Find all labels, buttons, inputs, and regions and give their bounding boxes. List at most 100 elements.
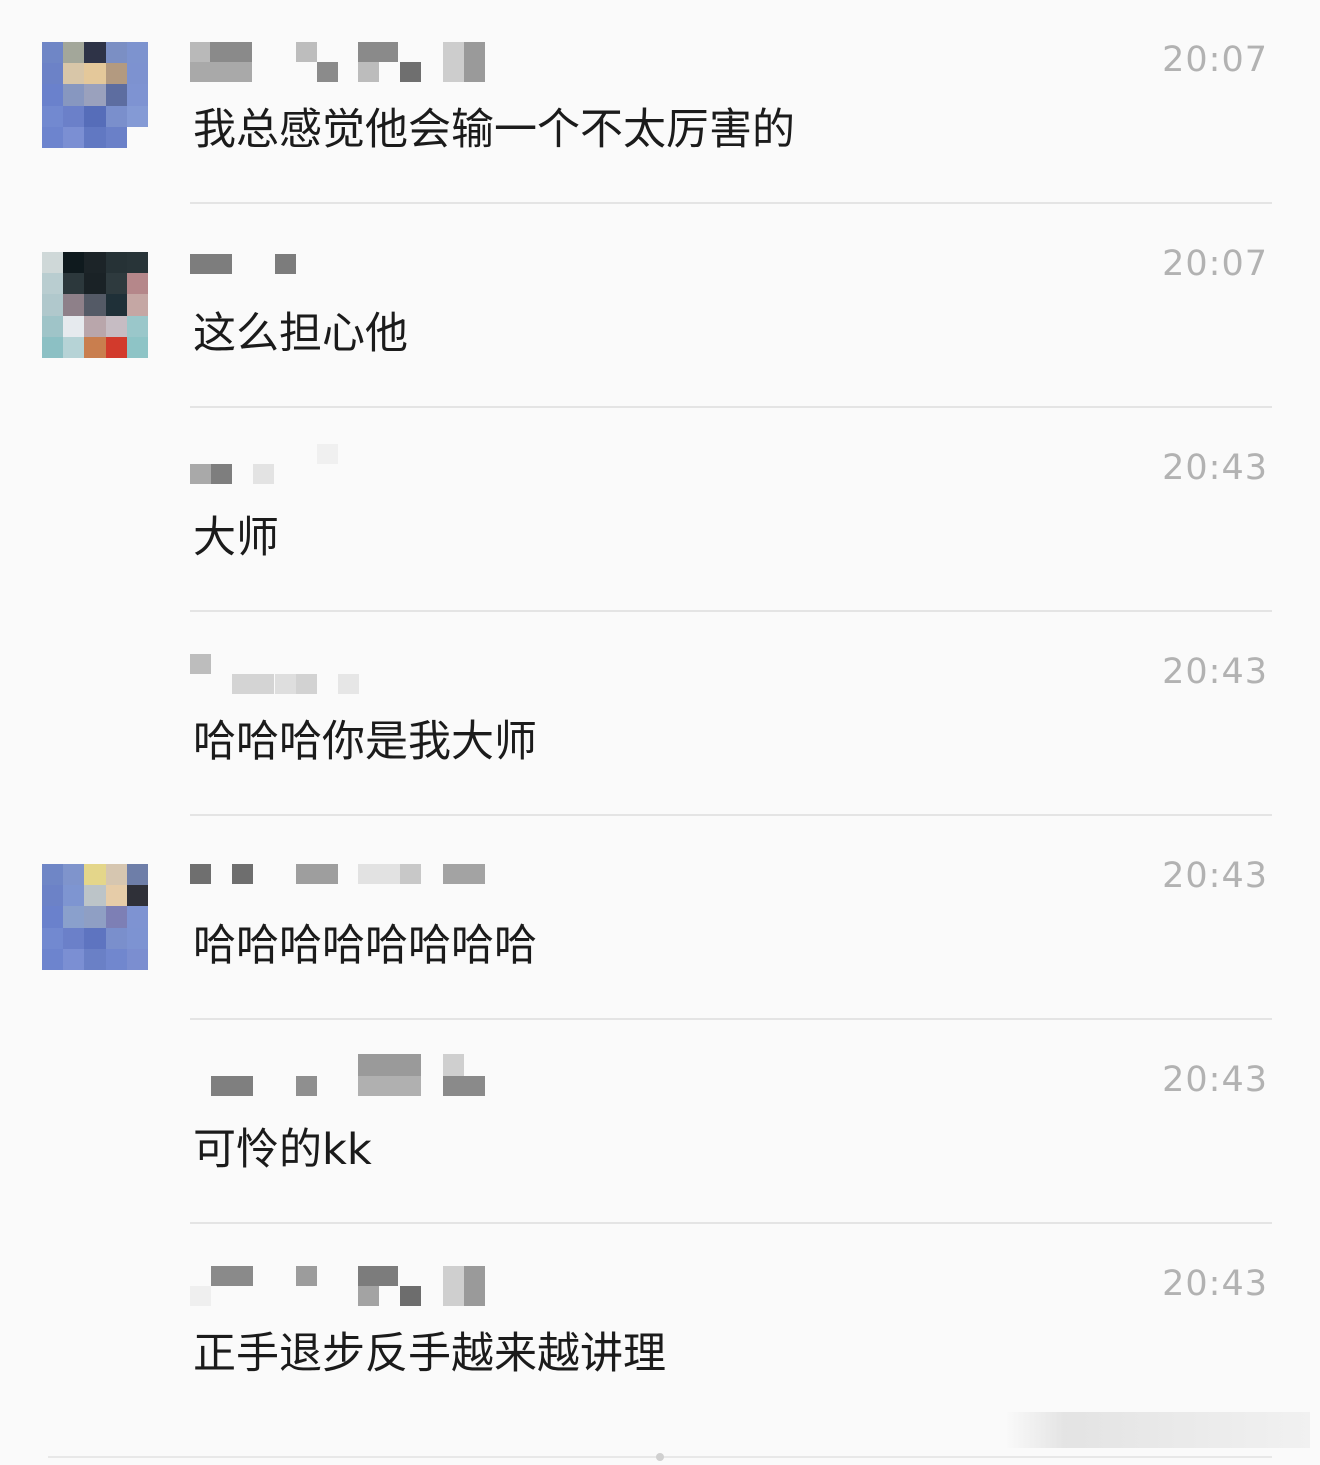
watermark-blur: [1005, 1412, 1310, 1448]
avatar-pixel: [84, 42, 106, 64]
avatar-pixel: [42, 63, 64, 85]
message-text[interactable]: 大师: [193, 508, 279, 568]
avatar-pixel: [84, 864, 106, 886]
avatar-pixel: [105, 273, 127, 295]
avatar-pixel: [126, 105, 148, 127]
message-text[interactable]: 哈哈哈你是我大师: [193, 712, 537, 772]
avatar-pixel: [105, 315, 127, 337]
chat-message-row[interactable]: 20:07 我总感觉他会输一个不太厉害的: [0, 0, 1320, 204]
message-timestamp: 20:07: [1162, 40, 1268, 80]
chat-message-row[interactable]: 20:43 哈哈哈你是我大师: [0, 612, 1320, 816]
chat-message-row[interactable]: 20:43 正手退步反手越来越讲理: [0, 1224, 1320, 1428]
message-timestamp: 20:43: [1162, 1060, 1268, 1100]
avatar-pixel: [84, 906, 106, 928]
avatar-pixel: [42, 252, 64, 274]
avatar[interactable]: [42, 42, 148, 148]
avatar-pixel: [42, 84, 64, 106]
avatar-pixel: [84, 294, 106, 316]
avatar-pixel: [126, 294, 148, 316]
message-timestamp: 20:43: [1162, 1264, 1268, 1304]
message-timestamp: 20:43: [1162, 448, 1268, 488]
chat-message-list: 20:07 我总感觉他会输一个不太厉害的 20:07 这么担心他 20:43 大…: [0, 0, 1320, 1465]
avatar-pixel: [84, 948, 106, 970]
avatar-pixel: [126, 252, 148, 274]
avatar-pixel: [42, 315, 64, 337]
avatar-pixel: [126, 948, 148, 970]
avatar-pixel: [63, 336, 85, 358]
avatar-pixel: [63, 252, 85, 274]
message-text[interactable]: 这么担心他: [193, 304, 408, 364]
sender-name-pixelated: [190, 444, 490, 506]
sender-name-pixelated: [190, 254, 490, 296]
avatar-pixel: [42, 273, 64, 295]
avatar-pixel: [105, 105, 127, 127]
avatar[interactable]: [42, 864, 148, 970]
avatar-pixel: [105, 885, 127, 907]
sender-name-pixelated: [190, 1266, 490, 1308]
avatar-pixel: [63, 84, 85, 106]
avatar-pixel: [105, 84, 127, 106]
avatar-pixel: [63, 906, 85, 928]
chat-message-row[interactable]: 20:43 哈哈哈哈哈哈哈哈: [0, 816, 1320, 1020]
avatar-pixel: [84, 336, 106, 358]
avatar-pixel: [63, 927, 85, 949]
avatar-pixel: [105, 906, 127, 928]
avatar-pixel: [63, 864, 85, 886]
avatar-pixel: [105, 927, 127, 949]
message-text[interactable]: 可怜的kk: [193, 1120, 372, 1180]
message-text[interactable]: 哈哈哈哈哈哈哈哈: [193, 916, 537, 976]
avatar-pixel: [84, 252, 106, 274]
avatar-pixel: [63, 105, 85, 127]
avatar-pixel: [42, 906, 64, 928]
message-timestamp: 20:07: [1162, 244, 1268, 284]
avatar-pixel: [63, 294, 85, 316]
avatar-pixel: [42, 42, 64, 64]
avatar-pixel: [42, 105, 64, 127]
avatar-pixel: [84, 126, 106, 148]
avatar-pixel: [84, 927, 106, 949]
message-timestamp: 20:43: [1162, 856, 1268, 896]
avatar-pixel: [42, 294, 64, 316]
message-text[interactable]: 我总感觉他会输一个不太厉害的: [193, 100, 795, 160]
avatar-pixel: [126, 906, 148, 928]
avatar-pixel: [105, 42, 127, 64]
sender-name-pixelated: [190, 654, 490, 696]
avatar-pixel: [63, 315, 85, 337]
avatar-pixel: [126, 63, 148, 85]
avatar-pixel: [126, 927, 148, 949]
avatar-pixel: [42, 864, 64, 886]
avatar-pixel: [126, 126, 148, 148]
avatar-pixel: [42, 885, 64, 907]
chat-message-row[interactable]: 20:43 大师: [0, 408, 1320, 612]
message-text[interactable]: 正手退步反手越来越讲理: [193, 1324, 666, 1384]
avatar-pixel: [42, 126, 64, 148]
avatar-pixel: [63, 63, 85, 85]
sender-name-pixelated: [190, 1054, 490, 1096]
avatar-pixel: [42, 336, 64, 358]
avatar-pixel: [63, 126, 85, 148]
avatar-pixel: [63, 948, 85, 970]
avatar-pixel: [126, 42, 148, 64]
avatar-pixel: [84, 84, 106, 106]
avatar-pixel: [63, 273, 85, 295]
avatar-pixel: [63, 885, 85, 907]
avatar-pixel: [84, 105, 106, 127]
avatar-pixel: [126, 315, 148, 337]
chat-message-row[interactable]: 20:43 可怜的kk: [0, 1020, 1320, 1224]
avatar-pixel: [105, 948, 127, 970]
message-timestamp: 20:43: [1162, 652, 1268, 692]
chat-message-row[interactable]: 20:07 这么担心他: [0, 204, 1320, 408]
avatar-pixel: [84, 885, 106, 907]
avatar-pixel: [126, 336, 148, 358]
avatar-pixel: [105, 294, 127, 316]
avatar-pixel: [126, 84, 148, 106]
avatar-pixel: [126, 273, 148, 295]
avatar-pixel: [84, 315, 106, 337]
avatar-pixel: [84, 63, 106, 85]
avatar-pixel: [105, 126, 127, 148]
avatar[interactable]: [42, 252, 148, 358]
avatar-pixel: [84, 273, 106, 295]
avatar-pixel: [126, 885, 148, 907]
scroll-indicator: [656, 1453, 664, 1461]
avatar-pixel: [126, 864, 148, 886]
